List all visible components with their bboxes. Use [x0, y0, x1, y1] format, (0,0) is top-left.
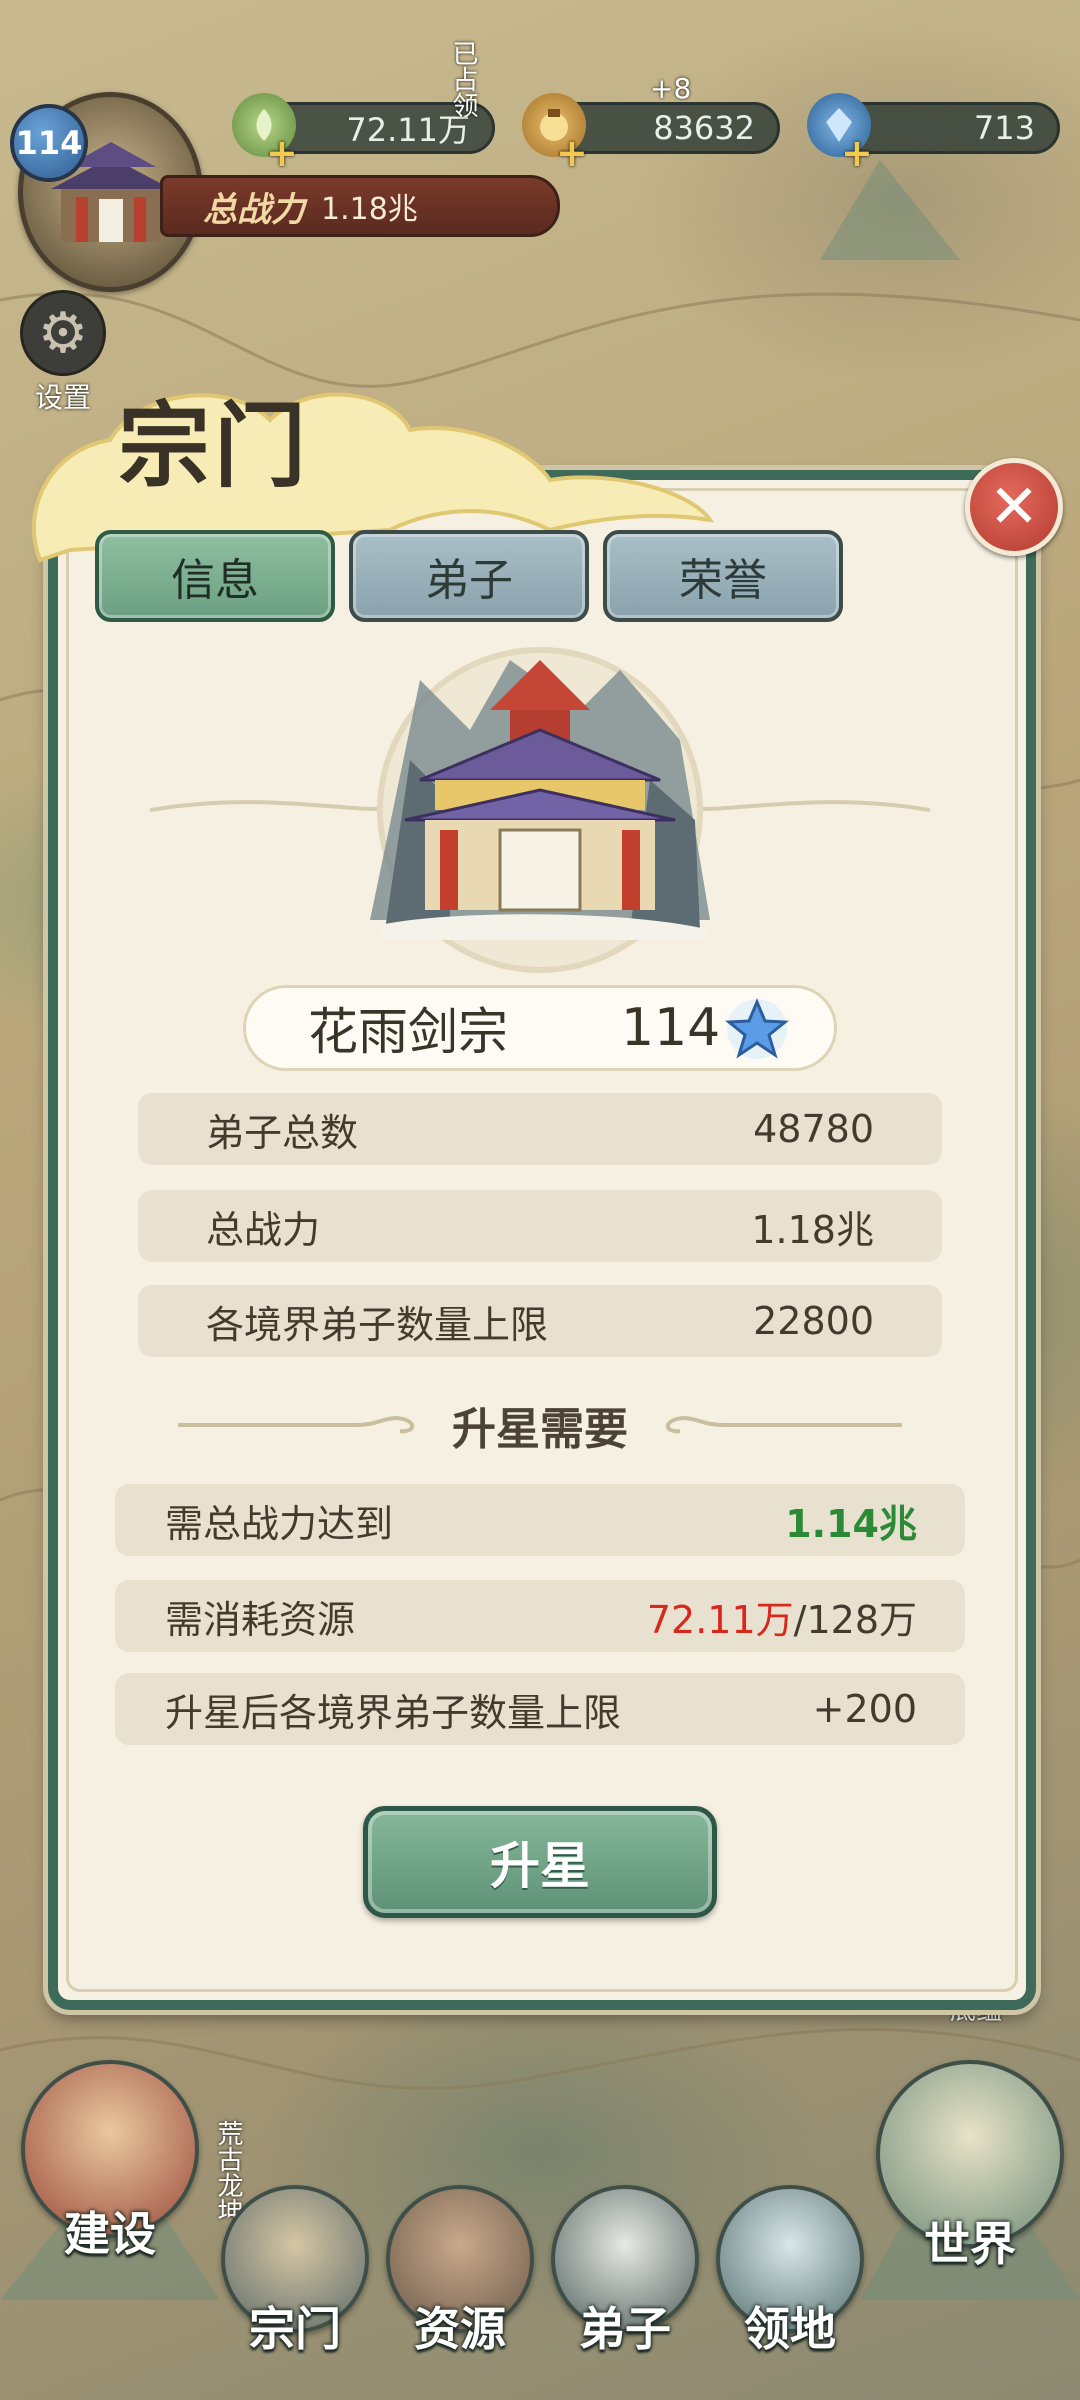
info-row-total-power: 总战力 1.18兆: [138, 1190, 942, 1262]
nav-disciples[interactable]: 弟子: [545, 2185, 705, 2359]
requirement-limit-row: 升星后各境界弟子数量上限 +200: [115, 1673, 965, 1745]
requirement-power-row: 需总战力达到 1.14兆: [115, 1484, 965, 1556]
divider-left: [178, 1416, 415, 1434]
disciple-count-label: 弟子总数: [206, 1110, 359, 1155]
tab-disciples[interactable]: 弟子: [349, 530, 589, 622]
requirement-resource-row: 需消耗资源 72.11万/128万: [115, 1580, 965, 1652]
req-resource-current: 72.11万: [646, 1597, 794, 1642]
sect-level: 114: [621, 998, 721, 1058]
close-button[interactable]: ✕: [965, 458, 1063, 556]
nav-world-label: 世界: [924, 2217, 1016, 2271]
tab-honor[interactable]: 荣誉: [603, 530, 843, 622]
star-icon: [725, 998, 789, 1059]
realm-limit-value: 22800: [753, 1299, 874, 1343]
req-limit-value: +200: [812, 1687, 917, 1731]
upgrade-requirements-title: 升星需要: [452, 1404, 628, 1455]
upgrade-requirements-header: 升星需要: [140, 1390, 940, 1460]
power-label: 总战力: [203, 189, 305, 230]
nav-build[interactable]: 建设: [15, 2060, 205, 2264]
req-resource-amount: 72.11万/128万: [647, 1589, 917, 1644]
modal-title: 宗门: [118, 392, 311, 500]
add-coins-icon[interactable]: +: [556, 131, 588, 175]
req-power-label: 需总战力达到: [165, 1501, 394, 1546]
total-power-label: 总战力: [206, 1207, 321, 1252]
nav-resource-label: 资源: [414, 2302, 506, 2356]
info-row-disciple-count: 弟子总数 48780: [138, 1093, 942, 1165]
modal-tabs: 信息 弟子 荣誉: [95, 530, 843, 622]
nav-sect-label: 宗门: [249, 2302, 341, 2356]
close-icon: ✕: [988, 472, 1040, 542]
nav-sect[interactable]: 宗门: [215, 2185, 375, 2359]
add-crystal-icon[interactable]: +: [841, 131, 873, 175]
divider-right: [665, 1416, 902, 1434]
nav-territory-label: 领地: [744, 2302, 836, 2356]
nav-territory[interactable]: 领地: [710, 2185, 870, 2359]
resource-crystal[interactable]: + 713: [807, 93, 1060, 175]
nav-disciples-label: 弟子: [579, 2302, 671, 2356]
power-value: 1.18兆: [321, 192, 418, 227]
resource-crystal-value: 713: [973, 109, 1035, 147]
resource-coins[interactable]: + 83632: [522, 93, 780, 175]
req-limit-label: 升星后各境界弟子数量上限: [165, 1690, 622, 1735]
resource-coins-value: 83632: [653, 109, 755, 147]
nav-world[interactable]: 世界: [870, 2060, 1070, 2274]
upgrade-star-button[interactable]: 升星: [363, 1806, 717, 1918]
req-resource-label: 需消耗资源: [165, 1597, 356, 1642]
req-resource-required: /128万: [793, 1597, 917, 1642]
nav-resource[interactable]: 资源: [380, 2185, 540, 2359]
coin-bonus: +8: [650, 72, 692, 105]
map-occupied-label: 已占领: [448, 40, 478, 118]
info-row-realm-limit: 各境界弟子数量上限 22800: [138, 1285, 942, 1357]
player-level-badge: 114: [10, 104, 88, 182]
total-power-bar: 总战力 1.18兆: [160, 175, 560, 237]
tab-info[interactable]: 信息: [95, 530, 335, 622]
add-herb-icon[interactable]: +: [266, 131, 298, 175]
sect-name-plate: 花雨剑宗 114: [243, 985, 837, 1071]
total-power-value: 1.18兆: [751, 1207, 874, 1252]
nav-build-label: 建设: [64, 2207, 156, 2261]
sect-name: 花雨剑宗: [308, 1003, 508, 1061]
req-power-value: 1.14兆: [785, 1501, 917, 1546]
sect-temple-illustration: [150, 647, 930, 973]
realm-limit-label: 各境界弟子数量上限: [206, 1302, 549, 1347]
disciple-count-value: 48780: [753, 1107, 874, 1151]
